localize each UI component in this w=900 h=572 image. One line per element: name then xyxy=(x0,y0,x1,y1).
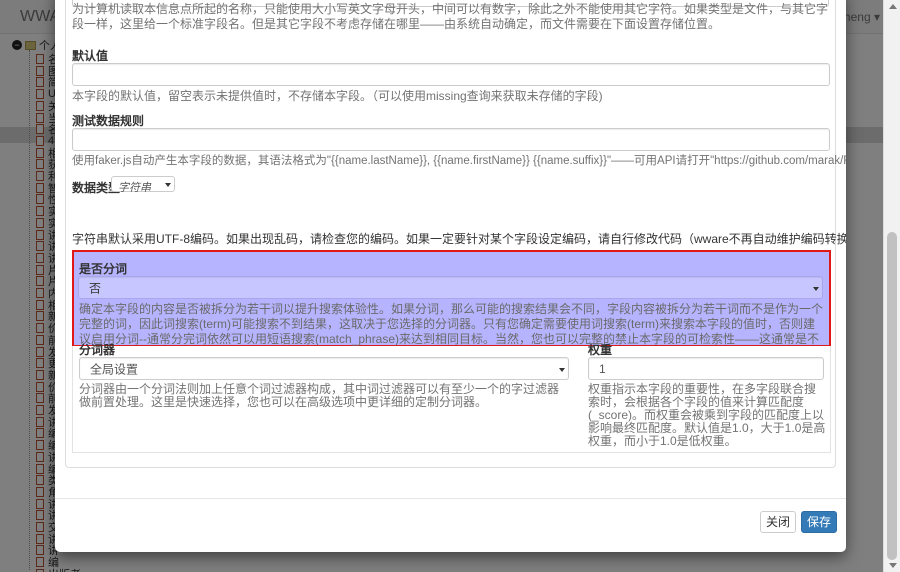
tokenize-select[interactable]: 否 xyxy=(78,276,823,299)
scroll-down-icon[interactable] xyxy=(889,563,897,568)
default-value-help: 本字段的默认值，留空表示未提供值时，不存储本字段。（可以使用missing查询来… xyxy=(72,89,603,103)
data-type-value: 字符串 xyxy=(118,182,151,194)
field-name-help: 为计算机读取本信息点所起的名称，只能使用大小写英文字母开头，中间可以有数字，除此… xyxy=(72,2,829,31)
weight-value: 1 xyxy=(599,361,606,376)
default-value-label: 默认值 xyxy=(72,49,109,63)
analyzer-weight-panel: 分词器 全局设置 分词器由一个分词法则加上任意个词过滤器构成，其中词过滤器可以有… xyxy=(72,343,831,453)
analyzer-label: 分词器 xyxy=(79,343,116,357)
test-rule-label: 测试数据规则 xyxy=(72,114,145,128)
field-edit-dialog: 为计算机读取本信息点所起的名称，只能使用大小写英文字母开头，中间可以有数字，除此… xyxy=(55,0,846,552)
default-value-input[interactable] xyxy=(72,63,830,86)
caret-down-icon xyxy=(813,287,819,291)
caret-down-icon xyxy=(559,368,565,372)
scroll-thumb[interactable] xyxy=(887,232,897,560)
caret-down-icon xyxy=(165,183,171,187)
analyzer-help: 分词器由一个分词法则加上任意个词过滤器构成，其中词过滤器可以有至少一个的字过滤器… xyxy=(79,382,560,409)
test-rule-input[interactable] xyxy=(72,128,830,151)
test-rule-help: 使用faker.js自动产生本字段的数据，其语法格式为"{{name.lastN… xyxy=(72,155,846,167)
page-scrollbar[interactable] xyxy=(883,0,900,572)
analyzer-value: 全局设置 xyxy=(90,362,139,376)
tokenize-section: 是否分词 否 确定本字段的内容是否被拆分为若干词以提升搜索体验性。如果分词，那么… xyxy=(72,250,831,361)
analyzer-select[interactable]: 全局设置 xyxy=(79,357,569,380)
encoding-note: 字符串默认采用UTF-8编码。如果出现乱码，请检查您的编码。如果一定要针对某个字… xyxy=(72,232,846,246)
weight-label: 权重 xyxy=(588,343,613,357)
scroll-up-icon[interactable] xyxy=(889,4,897,9)
close-button[interactable]: 关闭 xyxy=(760,511,796,533)
weight-help: 权重指示本字段的重要性，在多字段联合搜索时，会根据各个字段的值来计算匹配度(_s… xyxy=(588,382,826,448)
save-button[interactable]: 保存 xyxy=(801,511,837,533)
tokenize-label: 是否分词 xyxy=(79,262,128,276)
dialog-body: 为计算机读取本信息点所起的名称，只能使用大小写英文字母开头，中间可以有数字，除此… xyxy=(55,0,846,498)
weight-input[interactable]: 1 xyxy=(588,357,824,380)
tokenize-value: 否 xyxy=(89,281,102,295)
data-type-select[interactable]: 字符串 xyxy=(111,176,175,194)
dialog-footer: 关闭 保存 xyxy=(55,498,846,552)
